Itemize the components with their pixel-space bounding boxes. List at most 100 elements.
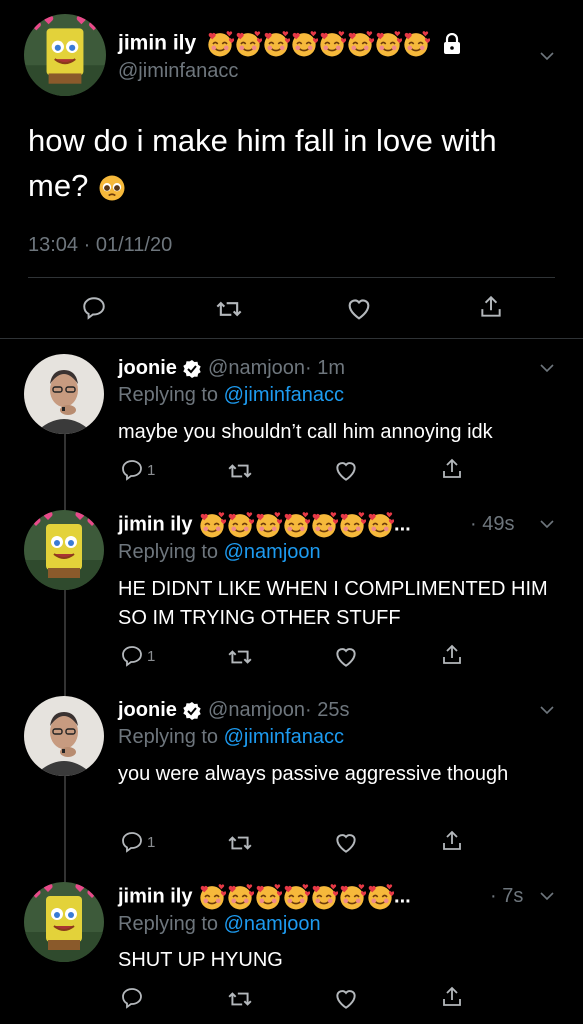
author-line: jimin ily ... (118, 511, 411, 539)
reply-button[interactable]: 1 (120, 458, 155, 482)
smiling-face-with-hearts-icon (198, 511, 226, 539)
reply-count: 1 (147, 647, 156, 665)
smiling-face-with-hearts-icon (262, 30, 290, 58)
reply-count: 1 (147, 461, 156, 479)
mention-link[interactable]: @namjoon (224, 913, 321, 935)
smiling-face-with-hearts-icon (338, 883, 366, 911)
retweet-button[interactable] (227, 830, 253, 856)
smiling-face-with-hearts-icon (226, 883, 254, 911)
retweet-icon[interactable] (215, 295, 243, 323)
pleading-face-icon (97, 173, 127, 203)
retweet-icon (227, 986, 253, 1012)
name-emojis (206, 32, 436, 55)
reply-icon (120, 644, 144, 668)
tweet-age: · 25s (305, 699, 350, 721)
replying-to-line: Replying to @jiminfanacc (118, 384, 344, 406)
reply-button[interactable] (120, 986, 144, 1010)
smiling-face-with-hearts-icon (310, 511, 338, 539)
divider (0, 338, 583, 339)
display-name[interactable]: jimin ily (118, 885, 192, 907)
like-icon (333, 644, 359, 670)
lock-icon (443, 33, 460, 54)
reply-icon (120, 830, 144, 854)
smiling-face-with-hearts-icon (290, 30, 318, 58)
reply-button[interactable]: 1 (120, 644, 155, 668)
like-button[interactable] (333, 830, 359, 856)
share-icon (440, 456, 464, 482)
tweet-text: HE DIDNT LIKE WHEN I COMPLIMENTED HIM SO… (118, 578, 548, 629)
retweet-icon (227, 830, 253, 856)
timestamp[interactable]: 13:04 · 01/11/20 (28, 234, 172, 257)
share-icon[interactable] (478, 293, 504, 321)
tweet-age: · 7s (490, 885, 524, 907)
smiling-face-with-hearts-icon (338, 511, 366, 539)
mention-link[interactable]: @jiminfanacc (224, 726, 344, 748)
author-line: jimin ily (118, 30, 462, 58)
display-name[interactable]: joonie (118, 699, 177, 721)
like-icon[interactable] (345, 295, 373, 323)
share-icon (440, 828, 464, 854)
name-emojis (198, 885, 394, 907)
mention-link[interactable]: @namjoon (224, 541, 321, 563)
chevron-down-icon[interactable] (540, 52, 554, 61)
smiling-face-with-hearts-icon (318, 30, 346, 58)
author-line: joonie @namjoon· 1m (118, 357, 345, 380)
smiling-face-with-hearts-icon (366, 883, 394, 911)
handle[interactable]: @jiminfanacc (118, 60, 238, 83)
share-icon (440, 984, 464, 1010)
smiling-face-with-hearts-icon (254, 511, 282, 539)
avatar[interactable] (24, 354, 104, 434)
chevron-down-icon[interactable] (540, 706, 554, 715)
smiling-face-with-hearts-icon (366, 511, 394, 539)
retweet-icon (227, 458, 253, 484)
smiling-face-with-hearts-icon (402, 30, 430, 58)
smiling-face-with-hearts-icon (374, 30, 402, 58)
like-button[interactable] (333, 458, 359, 484)
reply-icon[interactable] (81, 295, 107, 321)
reply-tweet[interactable]: joonie @namjoon· 25s Replying to @jiminf… (0, 694, 583, 864)
author-line: jimin ily ... (118, 883, 411, 911)
handle[interactable]: @namjoon (208, 357, 305, 379)
name-ellipsis: ... (394, 885, 411, 908)
reply-tweet[interactable]: joonie @namjoon· 1m Replying to @jiminfa… (0, 352, 583, 502)
display-name[interactable]: jimin ily (118, 513, 192, 535)
reply-button[interactable]: 1 (120, 830, 155, 854)
like-icon (333, 458, 359, 484)
display-name[interactable]: jimin ily (118, 32, 196, 55)
tweet-age: · 49s (470, 513, 515, 535)
reply-icon (120, 458, 144, 482)
tweet-text: you were always passive aggressive thoug… (118, 763, 509, 785)
avatar[interactable] (24, 510, 104, 590)
like-icon (333, 986, 359, 1012)
tweet-text: SHUT UP HYUNG (118, 949, 283, 971)
retweet-button[interactable] (227, 644, 253, 670)
retweet-button[interactable] (227, 986, 253, 1012)
smiling-face-with-hearts-icon (310, 883, 338, 911)
share-button[interactable] (440, 828, 464, 854)
tweet-text: how do i make him fall in love with me? (28, 123, 497, 203)
chevron-down-icon[interactable] (540, 520, 554, 529)
reply-icon (120, 986, 144, 1010)
author-line: joonie @namjoon· 25s (118, 699, 350, 722)
avatar[interactable] (24, 14, 106, 96)
display-name[interactable]: joonie (118, 357, 177, 379)
like-button[interactable] (333, 644, 359, 670)
verified-badge-icon (183, 701, 202, 720)
share-button[interactable] (440, 456, 464, 482)
like-button[interactable] (333, 986, 359, 1012)
replying-to-line: Replying to @namjoon (118, 913, 321, 935)
chevron-down-icon[interactable] (540, 892, 554, 901)
mention-link[interactable]: @jiminfanacc (224, 384, 344, 406)
handle[interactable]: @namjoon (208, 699, 305, 721)
reply-tweet[interactable]: jimin ily ... · 7s Replying to @namjoon … (0, 880, 583, 1024)
avatar[interactable] (24, 696, 104, 776)
divider (28, 277, 555, 278)
share-button[interactable] (440, 984, 464, 1010)
retweet-button[interactable] (227, 458, 253, 484)
avatar[interactable] (24, 882, 104, 962)
chevron-down-icon[interactable] (540, 364, 554, 373)
smiling-face-with-hearts-icon (206, 30, 234, 58)
share-button[interactable] (440, 642, 464, 668)
name-emojis (198, 513, 394, 535)
reply-tweet[interactable]: jimin ily ... · 49s Replying to @namjoon… (0, 508, 583, 678)
